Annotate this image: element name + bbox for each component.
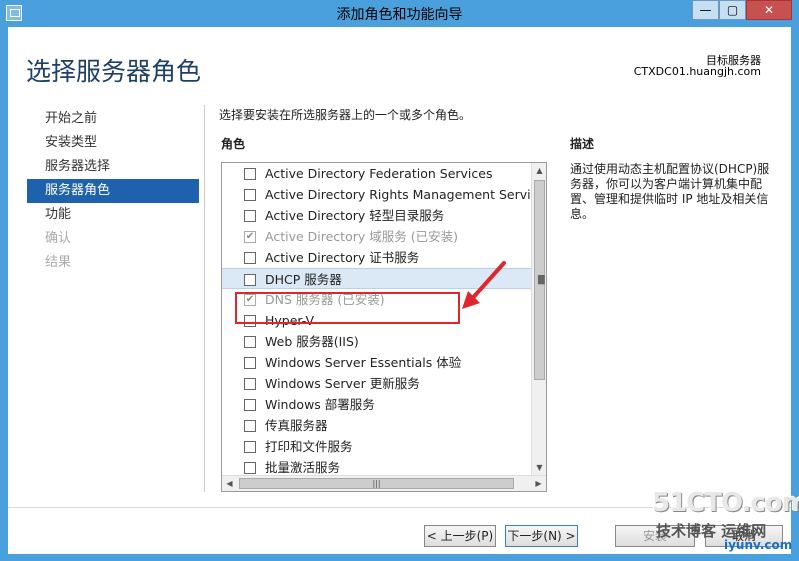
role-row[interactable]: Windows 部署服务 bbox=[222, 394, 532, 415]
role-label: Windows 部署服务 bbox=[265, 397, 375, 412]
role-row[interactable]: 传真服务器 bbox=[222, 415, 532, 436]
checkbox-icon[interactable] bbox=[244, 189, 256, 201]
checkbox-icon[interactable] bbox=[244, 357, 256, 369]
checkbox-icon[interactable] bbox=[244, 210, 256, 222]
role-label: Active Directory 轻型目录服务 bbox=[265, 208, 445, 223]
target-server-name: CTXDC01.huangjh.com bbox=[633, 65, 761, 78]
nav-item-before-you-begin[interactable]: 开始之前 bbox=[27, 107, 199, 131]
checkbox-checked-icon: ✔ bbox=[244, 231, 256, 243]
checkbox-icon[interactable] bbox=[244, 274, 256, 286]
scroll-left-arrow-icon[interactable]: ◀ bbox=[222, 476, 237, 491]
role-row[interactable]: 打印和文件服务 bbox=[222, 436, 532, 457]
page-title: 选择服务器角色 bbox=[26, 57, 202, 86]
instruction-text: 选择要安装在所选服务器上的一个或多个角色。 bbox=[219, 108, 472, 122]
checkbox-icon[interactable] bbox=[244, 441, 256, 453]
roles-listbox[interactable]: Active Directory Federation Services Acti… bbox=[221, 162, 547, 492]
annotation-highlight-box bbox=[235, 292, 460, 324]
role-label: 打印和文件服务 bbox=[265, 439, 353, 454]
previous-button[interactable]: < 上一步(P) bbox=[424, 525, 496, 547]
nav-item-installation-type[interactable]: 安装类型 bbox=[27, 131, 199, 155]
checkbox-icon[interactable] bbox=[244, 378, 256, 390]
annotation-arrow-icon bbox=[462, 261, 506, 309]
scroll-up-arrow-icon[interactable]: ▲ bbox=[532, 163, 546, 178]
role-row[interactable]: Web 服务器(IIS) bbox=[222, 331, 532, 352]
checkbox-icon[interactable] bbox=[244, 462, 256, 474]
checkbox-icon[interactable] bbox=[244, 420, 256, 432]
role-label: 批量激活服务 bbox=[265, 460, 341, 475]
nav-item-confirmation: 确认 bbox=[45, 231, 72, 246]
next-button[interactable]: 下一步(N) > bbox=[505, 525, 578, 547]
role-row[interactable]: Active Directory Federation Services bbox=[222, 163, 532, 184]
role-row: ✔ Active Directory 域服务 (已安装) bbox=[222, 226, 532, 247]
role-label: Active Directory Federation Services bbox=[265, 166, 493, 181]
checkbox-icon[interactable] bbox=[244, 168, 256, 180]
watermark-big-text: 51CTO.com bbox=[652, 488, 799, 518]
role-label: DHCP 服务器 bbox=[265, 272, 342, 287]
role-label: Active Directory Rights Management Servi… bbox=[265, 187, 532, 202]
vertical-scrollbar[interactable]: ▲ ▬ ▬ ▬ ▼ bbox=[531, 163, 546, 475]
wizard-client-area: 选择服务器角色 目标服务器 CTXDC01.huangjh.com 开始之前 安… bbox=[8, 27, 791, 554]
scroll-grip-icon: ▬ ▬ ▬ bbox=[537, 272, 546, 288]
role-label: Web 服务器(IIS) bbox=[265, 334, 359, 349]
watermark-url: iyunv.com bbox=[724, 538, 793, 552]
role-row[interactable]: Active Directory Rights Management Servi… bbox=[222, 184, 532, 205]
window-title: 添加角色和功能向导 bbox=[336, 7, 463, 23]
role-description: 通过使用动态主机配置协议(DHCP)服务器，你可以为客户端计算机集中配置、管理和… bbox=[570, 162, 770, 221]
role-label: Active Directory 证书服务 bbox=[265, 250, 420, 265]
role-label: Windows Server Essentials 体验 bbox=[265, 355, 462, 370]
role-row[interactable]: Windows Server 更新服务 bbox=[222, 373, 532, 394]
site-watermark-logo: 51CTO.com 技术博客 运维网 iyunv.com bbox=[652, 488, 799, 558]
scroll-right-arrow-icon[interactable]: ▶ bbox=[531, 476, 546, 491]
role-row[interactable]: Windows Server Essentials 体验 bbox=[222, 352, 532, 373]
checkbox-icon[interactable] bbox=[244, 336, 256, 348]
horizontal-scroll-thumb[interactable]: ||| bbox=[239, 478, 514, 489]
minimize-button[interactable]: — bbox=[692, 0, 719, 20]
checkbox-icon[interactable] bbox=[244, 399, 256, 411]
role-row[interactable]: 批量激活服务 bbox=[222, 457, 532, 475]
nav-item-features[interactable]: 功能 bbox=[27, 203, 199, 227]
nav-item-server-roles[interactable]: 服务器角色 bbox=[27, 179, 199, 203]
maximize-button[interactable]: ▢ bbox=[719, 0, 746, 20]
nav-divider bbox=[204, 105, 205, 492]
description-header: 描述 bbox=[570, 137, 595, 151]
nav-item-results: 结果 bbox=[45, 255, 72, 270]
role-label: Active Directory 域服务 (已安装) bbox=[265, 229, 458, 244]
checkbox-icon[interactable] bbox=[244, 252, 256, 264]
wizard-nav: 开始之前 安装类型 服务器选择 服务器角色 功能 确认 结果 bbox=[27, 107, 199, 275]
horizontal-scrollbar[interactable]: ◀ ||| ▶ bbox=[222, 475, 546, 491]
nav-item-server-selection[interactable]: 服务器选择 bbox=[27, 155, 199, 179]
role-row[interactable]: Active Directory 轻型目录服务 bbox=[222, 205, 532, 226]
scroll-down-arrow-icon[interactable]: ▼ bbox=[532, 460, 546, 475]
roles-header: 角色 bbox=[221, 137, 246, 151]
title-bar[interactable]: 添加角色和功能向导 — ▢ ✕ bbox=[0, 0, 799, 27]
vertical-scroll-thumb[interactable]: ▬ ▬ ▬ bbox=[534, 180, 546, 380]
role-label: 传真服务器 bbox=[265, 418, 328, 433]
role-label: Windows Server 更新服务 bbox=[265, 376, 420, 391]
close-button[interactable]: ✕ bbox=[746, 0, 792, 20]
